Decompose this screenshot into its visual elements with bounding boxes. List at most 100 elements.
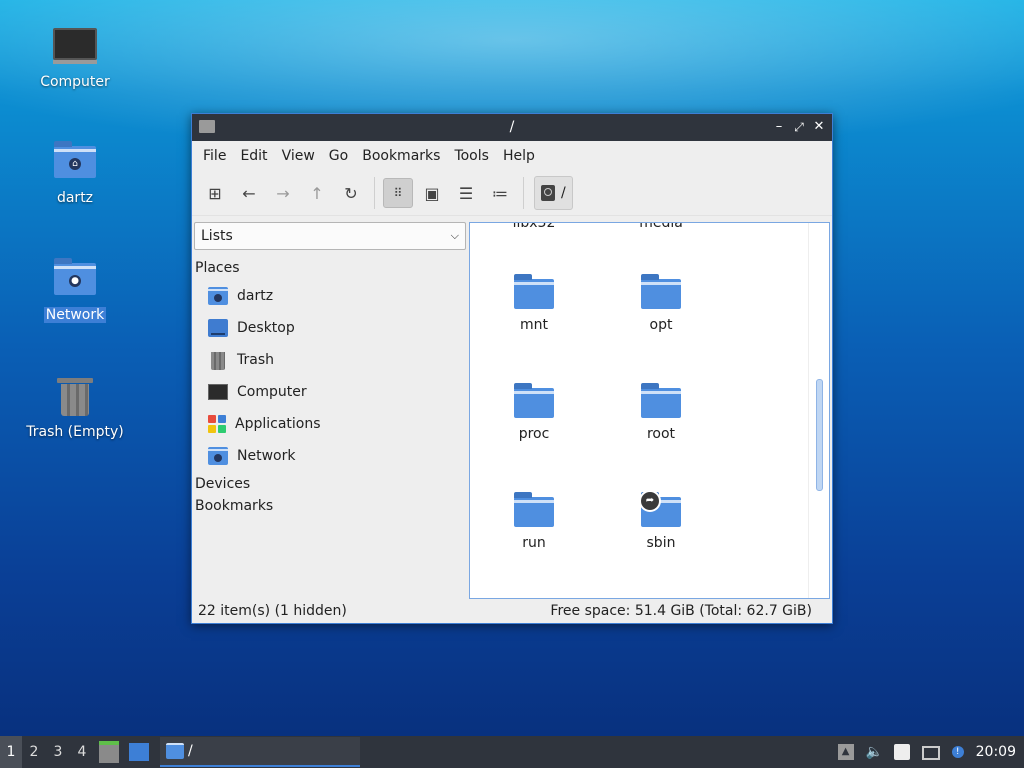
show-desktop-button[interactable]: [129, 743, 149, 761]
folder-icon: [641, 273, 681, 309]
path-bar: /: [534, 176, 573, 210]
title-bar[interactable]: / – ⤢ ✕: [192, 114, 832, 141]
place-label: Network: [237, 448, 296, 464]
workspace-4[interactable]: 4: [70, 736, 94, 768]
menu-file[interactable]: File: [196, 148, 233, 164]
task-title: /: [188, 743, 193, 759]
computer-icon: [51, 22, 99, 70]
place-trash[interactable]: Trash: [194, 344, 466, 376]
desktop-icon-network[interactable]: ● Network: [15, 255, 135, 323]
place-label: Trash: [237, 352, 274, 368]
place-label: Computer: [237, 384, 307, 400]
maximize-button[interactable]: ⤢: [790, 118, 808, 136]
folder-icon: [514, 382, 554, 418]
workspace-3[interactable]: 3: [46, 736, 70, 768]
forward-button[interactable]: →: [268, 178, 298, 208]
side-panel-mode-value: Lists: [201, 228, 233, 244]
compact-view-button[interactable]: ☰: [451, 178, 481, 208]
place-desktop[interactable]: Desktop: [194, 312, 466, 344]
file-name: opt: [649, 317, 673, 333]
item-count: 22 item(s) (1 hidden): [198, 603, 347, 619]
vertical-scrollbar[interactable]: [816, 379, 823, 491]
desktop-icon-trash[interactable]: Trash (Empty): [15, 372, 135, 440]
window-title: /: [509, 119, 515, 135]
menu-tools[interactable]: Tools: [447, 148, 496, 164]
place-network[interactable]: Network: [194, 440, 466, 472]
desktop-icon-home[interactable]: ⌂ dartz: [15, 138, 135, 206]
desktop-icon-computer[interactable]: Computer: [15, 22, 135, 90]
thumbnail-view-button[interactable]: ▣: [417, 178, 447, 208]
toolbar: ⊞ ← → ↑ ↻ ⠿ ▣ ☰ ≔ /: [192, 171, 832, 216]
side-panel-mode-select[interactable]: Lists ⌵: [194, 222, 466, 250]
back-button[interactable]: ←: [234, 178, 264, 208]
place-label: Desktop: [237, 320, 295, 336]
status-bar: 22 item(s) (1 hidden) Free space: 51.4 G…: [192, 599, 832, 623]
place-applications[interactable]: Applications: [194, 408, 466, 440]
desktop-icon-label: Trash (Empty): [26, 424, 124, 440]
tray-expand-button[interactable]: ▲: [837, 744, 854, 760]
file-name: sbin: [646, 535, 676, 551]
file-item-run[interactable]: run: [484, 491, 584, 551]
menu-bar: File Edit View Go Bookmarks Tools Help: [192, 141, 832, 171]
chevron-down-icon: ⌵: [450, 229, 459, 242]
places-header[interactable]: Places: [194, 260, 466, 276]
arrow-left-icon: ←: [242, 183, 256, 203]
icon-view-button[interactable]: ⠿: [383, 178, 413, 208]
file-cabinet-launcher[interactable]: [99, 741, 119, 763]
file-name: run: [522, 535, 546, 551]
up-button[interactable]: ↑: [302, 178, 332, 208]
folder-icon: [514, 491, 554, 527]
free-space: Free space: 51.4 GiB (Total: 62.7 GiB): [550, 603, 812, 619]
new-tab-button[interactable]: ⊞: [200, 178, 230, 208]
devices-header[interactable]: Devices: [194, 476, 466, 492]
task-file-manager[interactable]: /: [160, 737, 360, 767]
file-item-proc[interactable]: proc: [484, 382, 584, 442]
folder-icon: ➦: [639, 490, 681, 527]
minimize-button[interactable]: –: [770, 118, 788, 136]
clock[interactable]: 20:09: [976, 744, 1016, 760]
clipboard-icon[interactable]: [893, 744, 910, 760]
file-item-sbin[interactable]: ➦ sbin: [611, 490, 711, 551]
folder-icon: [641, 382, 681, 418]
menu-bookmarks[interactable]: Bookmarks: [355, 148, 447, 164]
reload-button[interactable]: ↻: [336, 178, 366, 208]
file-item-mnt[interactable]: mnt: [484, 273, 584, 333]
computer-icon: [208, 384, 228, 400]
toolbar-separator: [523, 177, 524, 209]
file-view[interactable]: libx32 media mnt opt proc root run ➦ sbi…: [469, 222, 830, 599]
file-name: mnt: [520, 317, 548, 333]
list-icon: ☰: [458, 183, 474, 203]
desktop-icon-label: Network: [43, 307, 107, 323]
place-label: Applications: [235, 416, 321, 432]
folder-icon: [166, 743, 184, 759]
file-name: proc: [518, 426, 550, 442]
bookmarks-header[interactable]: Bookmarks: [194, 498, 466, 514]
place-computer[interactable]: Computer: [194, 376, 466, 408]
symlink-arrow-icon: ➦: [639, 490, 661, 512]
network-folder-icon: [208, 447, 228, 465]
workspace-2[interactable]: 2: [22, 736, 46, 768]
file-name: root: [646, 426, 676, 442]
path-segment-root[interactable]: /: [534, 176, 573, 210]
desktop-icon-label: Computer: [40, 74, 110, 90]
place-home[interactable]: dartz: [194, 280, 466, 312]
menu-help[interactable]: Help: [496, 148, 542, 164]
detailed-view-button[interactable]: ≔: [485, 178, 515, 208]
volume-icon[interactable]: 🔈: [866, 744, 883, 760]
side-panel: Lists ⌵ Places dartz Desktop Trash Compu…: [194, 222, 466, 602]
update-notification-icon[interactable]: !: [951, 746, 964, 758]
menu-view[interactable]: View: [275, 148, 322, 164]
menu-edit[interactable]: Edit: [233, 148, 274, 164]
trash-icon: [51, 372, 99, 420]
image-icon: ▣: [424, 183, 440, 203]
close-button[interactable]: ✕: [810, 118, 828, 136]
workspace-1[interactable]: 1: [0, 736, 22, 768]
file-item-opt[interactable]: opt: [611, 273, 711, 333]
file-label-cutoff: media: [639, 222, 683, 231]
file-item-root[interactable]: root: [611, 382, 711, 442]
network-icon[interactable]: [921, 746, 940, 760]
menu-go[interactable]: Go: [322, 148, 355, 164]
reload-icon: ↻: [344, 183, 358, 203]
desktop-icon: [208, 319, 228, 337]
drive-icon: [541, 185, 555, 201]
